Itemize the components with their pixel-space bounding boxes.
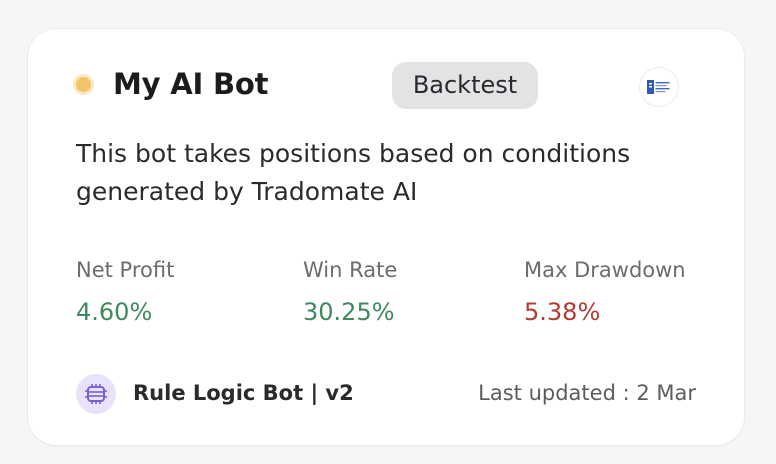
bot-name-title: My AI Bot: [113, 67, 269, 101]
strategy-name-label[interactable]: Rule Logic Bot | v2: [133, 381, 354, 405]
metric-net-profit: Net Profit 4.60%: [76, 257, 174, 327]
metric-label: Win Rate: [303, 258, 398, 282]
metric-max-drawdown: Max Drawdown 5.38%: [524, 257, 686, 327]
metric-label: Net Profit: [76, 258, 175, 282]
status-indicator-dot: [76, 77, 91, 92]
broker-logo-icon: [640, 68, 678, 106]
strategy-chip-icon: [76, 374, 116, 414]
metric-value: 5.38%: [524, 298, 601, 326]
metric-label: Max Drawdown: [524, 258, 686, 282]
metric-value: 30.25%: [303, 298, 395, 326]
metric-win-rate: Win Rate 30.25%: [303, 257, 397, 327]
bot-description: This bot takes positions based on condit…: [76, 139, 631, 206]
last-updated-timestamp: Last updated : 2 Mar: [478, 381, 696, 405]
bot-card[interactable]: My AI Bot Backtest This bot takes positi…: [28, 29, 744, 445]
backtest-mode-badge[interactable]: Backtest: [392, 62, 538, 109]
metric-value: 4.60%: [76, 298, 153, 326]
